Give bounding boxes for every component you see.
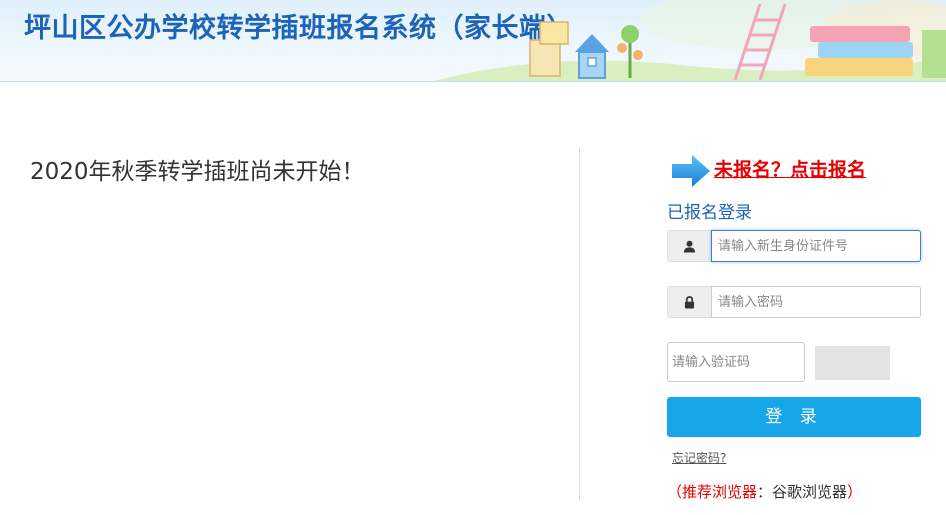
register-link[interactable]: 未报名？点击报名 [714,155,866,182]
forgot-password-link[interactable]: 忘记密码? [672,449,726,466]
vertical-divider [579,148,580,500]
tip-colon: ： [757,483,773,501]
tip-label: 推荐浏览器 [682,483,758,501]
lock-icon [667,286,711,318]
captcha-image[interactable] [815,346,890,380]
id-number-field-group [667,230,921,262]
browser-recommendation: （推荐浏览器：谷歌浏览器） [667,481,862,502]
page-header: 坪山区公办学校转学插班报名系统（家长端） [0,0,946,82]
user-icon [667,230,711,262]
registration-status-notice: 2020年秋季转学插班尚未开始！ [30,159,365,185]
login-heading: 已报名登录 [667,203,752,223]
header-decoration-illustration [433,0,946,81]
password-input[interactable] [711,286,921,318]
captcha-input[interactable] [667,342,805,382]
id-number-input[interactable] [711,230,921,262]
tip-open-paren: （ [667,483,683,501]
tip-browser-name: 谷歌浏览器 [772,483,848,501]
right-arrow-icon [672,155,710,187]
login-button[interactable]: 登 录 [667,397,921,437]
password-field-group [667,286,921,318]
tip-close-paren: ） [847,483,863,501]
